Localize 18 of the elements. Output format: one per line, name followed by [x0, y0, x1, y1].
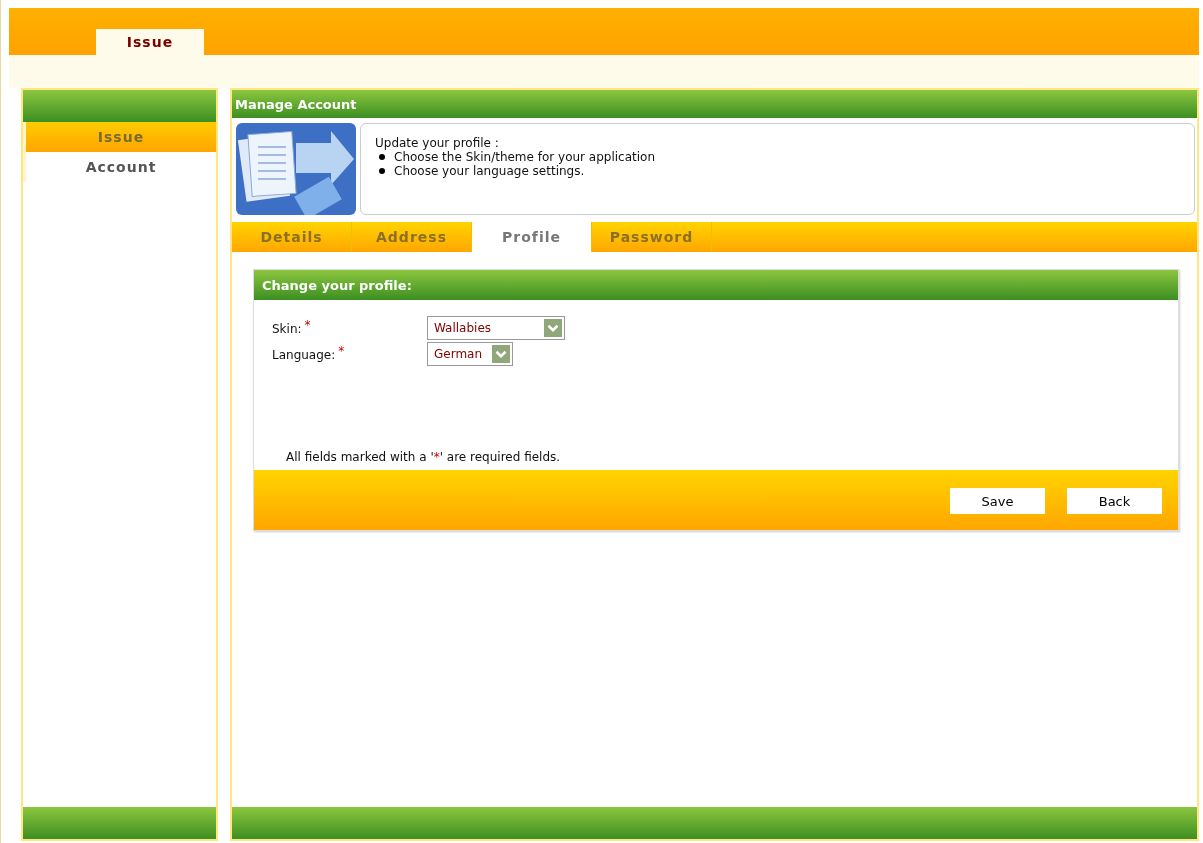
- intro-bullet: Choose the Skin/theme for your application: [394, 150, 656, 164]
- required-mark: *: [338, 344, 345, 358]
- field-label: Skin:: [272, 322, 302, 336]
- nav-tab[interactable]: Issue: [96, 29, 204, 55]
- intro-bullet: Choose your language settings.: [394, 164, 585, 178]
- intro-heading: Update your profile :: [375, 136, 500, 150]
- form-title: Change your profile:: [262, 277, 412, 293]
- panel-title: Manage Account: [235, 96, 357, 112]
- select-field[interactable]: German: [427, 342, 514, 366]
- required-note: All fields marked with a '*' are required fields.: [285, 450, 562, 466]
- form-button[interactable]: Save: [950, 488, 1045, 514]
- bullet-icon: [379, 154, 385, 160]
- required-mark: *: [304, 318, 311, 332]
- field-label: Language:: [272, 348, 336, 362]
- bullet-icon: [379, 168, 385, 174]
- form-button[interactable]: Back: [1067, 488, 1162, 514]
- select-field[interactable]: Wallabies: [427, 316, 565, 340]
- tab[interactable]: Profile: [472, 222, 592, 252]
